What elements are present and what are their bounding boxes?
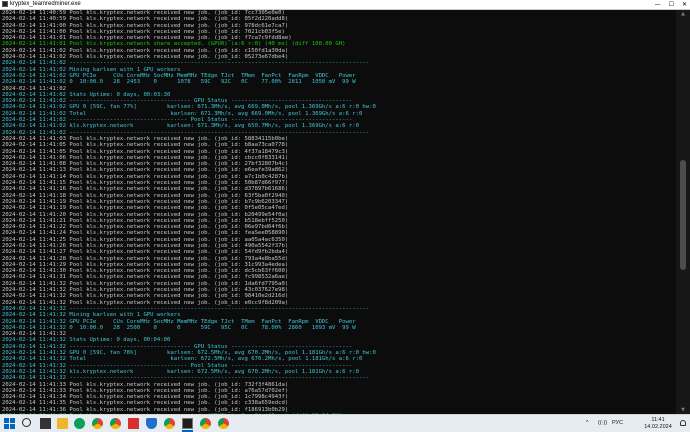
clock[interactable]: 11:41 14.02.2024: [640, 417, 676, 430]
task-view-icon[interactable]: [40, 418, 51, 429]
search-icon[interactable]: [22, 418, 31, 427]
tray-overflow-icon[interactable]: ^: [586, 415, 589, 432]
terminal-icon[interactable]: [182, 418, 193, 429]
close-button[interactable]: ✕: [682, 0, 687, 9]
edge-icon[interactable]: [74, 418, 85, 429]
wifi-icon[interactable]: ((·)): [598, 415, 607, 432]
shield-icon[interactable]: [146, 418, 157, 429]
chrome-icon[interactable]: [110, 418, 121, 429]
window-controls: — ☐ ✕: [655, 0, 687, 9]
chrome-icon[interactable]: [164, 418, 175, 429]
console-app-icon: [2, 1, 8, 7]
clock-date: 14.02.2024: [644, 423, 672, 430]
pdf-reader-icon[interactable]: [128, 418, 139, 429]
notification-bell-icon[interactable]: [680, 420, 686, 426]
window-titlebar[interactable]: kryptex_teamredminer.exe — ☐ ✕: [0, 0, 690, 10]
console-output[interactable]: 2024-02-14 11:40:59 Pool kls.kryptex.net…: [2, 10, 674, 414]
start-icon[interactable]: [4, 418, 15, 429]
file-explorer-icon[interactable]: [57, 418, 68, 429]
chrome-icon[interactable]: [218, 418, 229, 429]
scrollbar-thumb[interactable]: [680, 160, 686, 270]
minimize-button[interactable]: —: [655, 0, 661, 9]
maximize-button[interactable]: ☐: [669, 0, 674, 9]
scroll-up-icon[interactable]: ▲: [676, 10, 690, 18]
console-scrollbar[interactable]: ▲ ▼: [676, 10, 690, 414]
chrome-icon[interactable]: [200, 418, 211, 429]
window-title: kryptex_teamredminer.exe: [10, 1, 81, 7]
chrome-icon[interactable]: [92, 418, 103, 429]
taskbar: ^ ((·)) РУС 11:41 14.02.2024: [0, 414, 690, 432]
scroll-down-icon[interactable]: ▼: [676, 406, 690, 414]
language-indicator[interactable]: РУС: [612, 415, 623, 432]
